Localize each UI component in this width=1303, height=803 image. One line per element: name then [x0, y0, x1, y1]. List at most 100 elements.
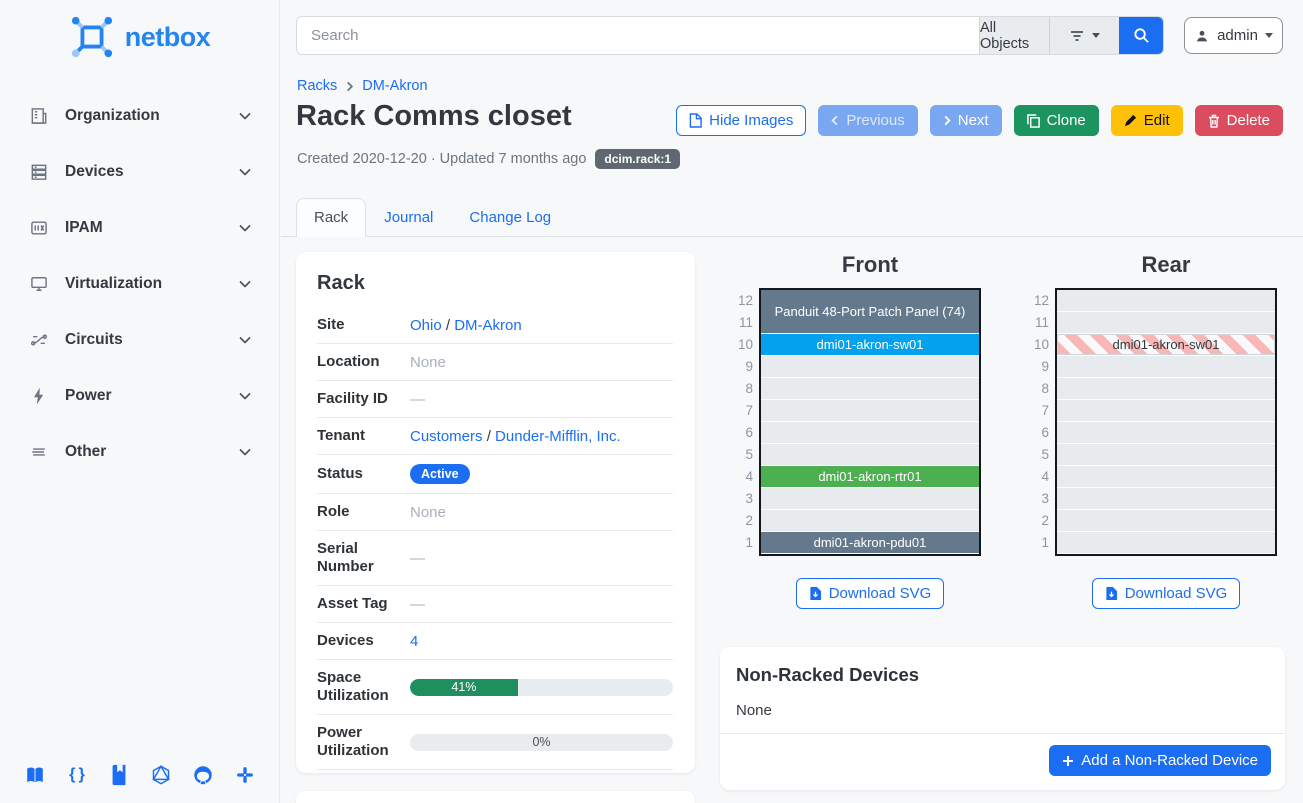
unit-number: 12	[1019, 290, 1049, 312]
rack-unit-empty[interactable]	[1057, 510, 1275, 531]
elevation-title: Rear	[1011, 250, 1303, 280]
rack-device[interactable]: dmi01-akron-pdu01	[761, 532, 979, 553]
unit-number: 9	[723, 356, 753, 378]
facility-id-value: —	[410, 391, 673, 408]
search-submit-button[interactable]	[1119, 17, 1163, 54]
global-search: All Objects	[296, 16, 1164, 55]
graphql-icon[interactable]	[148, 762, 174, 788]
rack-unit-empty[interactable]	[761, 510, 979, 531]
header-actions: Hide Images Previous Next Clone Edit	[676, 105, 1283, 136]
filter-icon	[1069, 29, 1085, 43]
rack-unit-empty[interactable]	[761, 422, 979, 443]
search-filter-button[interactable]	[1049, 17, 1119, 54]
unit-number: 7	[1019, 400, 1049, 422]
pencil-icon	[1124, 114, 1137, 127]
slack-icon[interactable]	[232, 762, 258, 788]
rack-unit-empty[interactable]	[1057, 356, 1275, 377]
rack-device[interactable]: dmi01-akron-rtr01	[761, 466, 979, 487]
rest-api-icon[interactable]: { }	[64, 762, 90, 788]
field-label: Location	[317, 353, 410, 371]
download-svg-button[interactable]: Download SVG	[796, 578, 945, 609]
tab-change-log[interactable]: Change Log	[451, 198, 569, 236]
rack-unit-empty[interactable]	[1057, 290, 1275, 311]
unit-number: 6	[723, 422, 753, 444]
field-row-facility-id: Facility ID —	[317, 381, 673, 418]
docs-icon[interactable]	[22, 762, 48, 788]
rack-unit-empty[interactable]	[1057, 378, 1275, 399]
unit-number: 5	[723, 444, 753, 466]
object-type-button[interactable]: All Objects	[979, 17, 1049, 54]
rack-unit-empty[interactable]	[761, 378, 979, 399]
caret-down-icon	[1092, 33, 1100, 38]
field-label: Space Utilization	[317, 669, 410, 705]
download-file-icon	[809, 586, 822, 601]
unit-number: 5	[1019, 444, 1049, 466]
panel-footer: Add a Non-Racked Device	[720, 733, 1285, 787]
unit-number: 1	[1019, 532, 1049, 554]
sidebar-item-power[interactable]: Power	[0, 368, 279, 424]
rack-device[interactable]: dmi01-akron-sw01	[1057, 334, 1275, 355]
chevron-down-icon	[237, 444, 253, 460]
edit-button[interactable]: Edit	[1111, 105, 1183, 136]
tenant-group-link[interactable]: Customers	[410, 428, 483, 445]
organization-icon	[28, 105, 50, 127]
field-row-serial-number: Serial Number —	[317, 531, 673, 586]
github-icon[interactable]	[190, 762, 216, 788]
sidebar-item-virtualization[interactable]: Virtualization	[0, 256, 279, 312]
rear-elevation: Rear 121110987654321 dmi01-akron-sw01 Do…	[1011, 250, 1303, 609]
devices-count-link[interactable]: 4	[410, 633, 418, 650]
delete-button[interactable]: Delete	[1195, 105, 1283, 136]
hide-images-button[interactable]: Hide Images	[676, 105, 806, 136]
rack-unit-empty[interactable]	[1057, 312, 1275, 333]
rack-unit-empty[interactable]	[1057, 466, 1275, 487]
rack-device[interactable]: dmi01-akron-sw01	[761, 334, 979, 355]
site-link[interactable]: Ohio	[410, 317, 442, 334]
sidebar-nav: Organization Devices IPAM	[0, 88, 279, 480]
tab-bar: Rack Journal Change Log	[281, 195, 1303, 237]
add-non-racked-device-button[interactable]: Add a Non-Racked Device	[1049, 745, 1271, 776]
clone-button[interactable]: Clone	[1014, 105, 1099, 136]
image-file-icon	[689, 113, 702, 128]
sidebar-item-ipam[interactable]: IPAM	[0, 200, 279, 256]
rack-unit-empty[interactable]	[1057, 444, 1275, 465]
non-racked-devices-panel: Non-Racked Devices None Add a Non-Racked…	[720, 647, 1285, 790]
role-value: None	[410, 504, 673, 521]
field-row-devices: Devices 4	[317, 623, 673, 660]
user-menu-button[interactable]: admin	[1184, 17, 1283, 54]
tab-journal[interactable]: Journal	[366, 198, 451, 236]
rack-unit-empty[interactable]	[761, 488, 979, 509]
rack-device[interactable]: Panduit 48-Port Patch Panel (74)	[761, 290, 979, 333]
app-root: netbox Organization Devices	[0, 0, 1303, 803]
search-input[interactable]	[297, 17, 979, 54]
netbox-logo[interactable]: netbox	[0, 0, 279, 66]
api-docs-icon[interactable]	[106, 762, 132, 788]
rack-unit-empty[interactable]	[1057, 422, 1275, 443]
rack-unit-empty[interactable]	[761, 356, 979, 377]
sidebar-item-circuits[interactable]: Circuits	[0, 312, 279, 368]
field-label: Status	[317, 465, 410, 483]
unit-number: 4	[1019, 466, 1049, 488]
tenant-link[interactable]: Dunder-Mifflin, Inc.	[495, 428, 621, 445]
rack-unit-empty[interactable]	[761, 400, 979, 421]
caret-down-icon	[1265, 33, 1273, 38]
field-label: Asset Tag	[317, 595, 410, 613]
unit-number: 2	[723, 510, 753, 532]
unit-number-column: 121110987654321	[1019, 290, 1049, 554]
next-button[interactable]: Next	[930, 105, 1002, 136]
sidebar-item-other[interactable]: Other	[0, 424, 279, 480]
breadcrumb-racks-link[interactable]: Racks	[297, 78, 337, 94]
rack-unit-empty[interactable]	[1057, 400, 1275, 421]
site-child-link[interactable]: DM-Akron	[454, 317, 522, 334]
previous-button[interactable]: Previous	[818, 105, 917, 136]
rack-unit-empty[interactable]	[1057, 488, 1275, 509]
rack-unit-empty[interactable]	[1057, 532, 1275, 553]
circuits-icon	[28, 329, 50, 351]
field-row-asset-tag: Asset Tag —	[317, 586, 673, 623]
tab-rack[interactable]: Rack	[296, 198, 366, 237]
rack-unit-empty[interactable]	[761, 444, 979, 465]
sidebar-item-devices[interactable]: Devices	[0, 144, 279, 200]
sidebar-item-organization[interactable]: Organization	[0, 88, 279, 144]
breadcrumb-site-link[interactable]: DM-Akron	[362, 78, 427, 94]
field-row-space-utilization: Space Utilization 41%	[317, 660, 673, 715]
download-svg-button[interactable]: Download SVG	[1092, 578, 1241, 609]
